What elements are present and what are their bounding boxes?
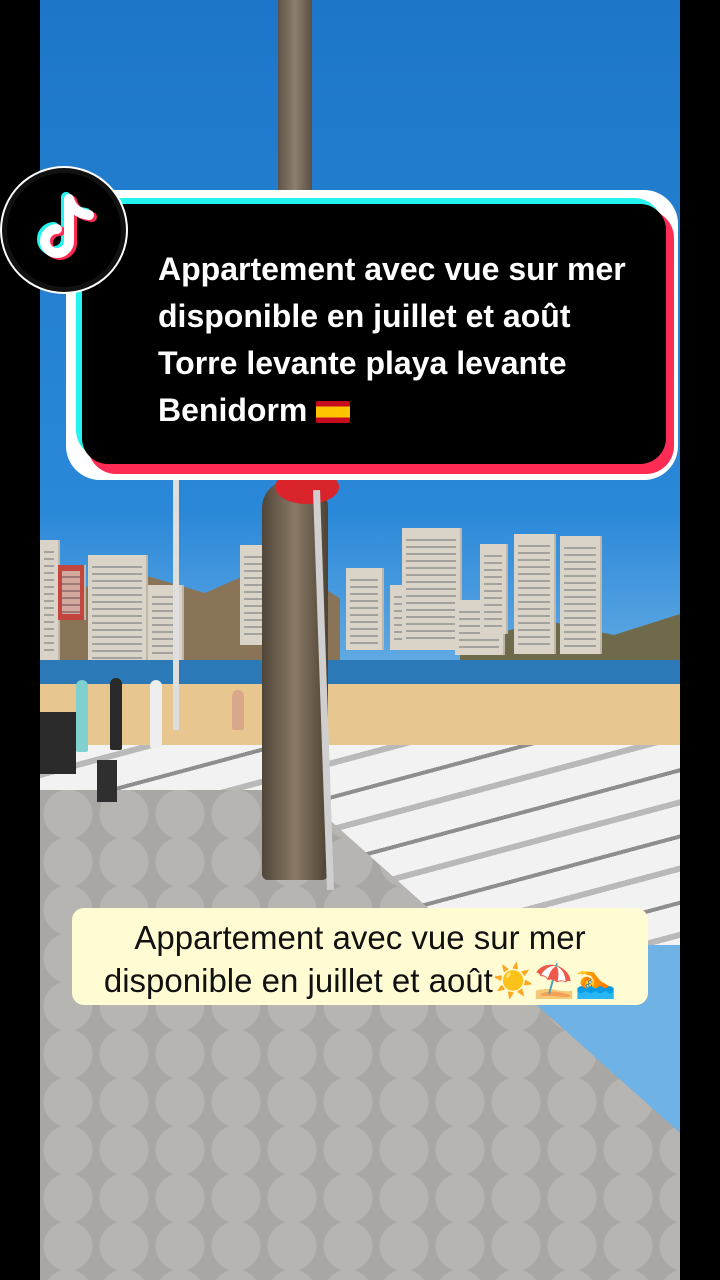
- letterbox-right: [680, 0, 720, 1280]
- building: [40, 540, 60, 660]
- building: [480, 544, 508, 634]
- trash-bin: [40, 712, 76, 774]
- tiktok-note-icon: [37, 192, 97, 260]
- caption-box: Appartement avec vue sur mer disponible …: [72, 908, 648, 1005]
- title-card-text: Appartement avec vue sur mer disponible …: [158, 246, 632, 434]
- building: [402, 528, 462, 650]
- bollard: [97, 760, 117, 802]
- building: [88, 555, 148, 665]
- spain-flag-icon: [316, 401, 351, 423]
- title-card: Appartement avec vue sur mer disponible …: [66, 190, 678, 480]
- building: [346, 568, 384, 650]
- pedestrian: [110, 678, 122, 750]
- caption-emojis: ☀️⛱️🏊: [492, 962, 617, 999]
- building: [58, 565, 86, 620]
- lamp-post: [173, 480, 179, 730]
- building: [514, 534, 556, 654]
- title-text: Appartement avec vue sur mer disponible …: [158, 251, 626, 428]
- pedestrian: [76, 680, 88, 752]
- tiktok-logo-icon[interactable]: [0, 166, 128, 294]
- caption-text: Appartement avec vue sur mer disponible …: [82, 916, 638, 1002]
- building: [560, 536, 602, 654]
- title-card-body: Appartement avec vue sur mer disponible …: [82, 204, 666, 464]
- pedestrian: [232, 690, 244, 730]
- pedestrian: [150, 680, 162, 748]
